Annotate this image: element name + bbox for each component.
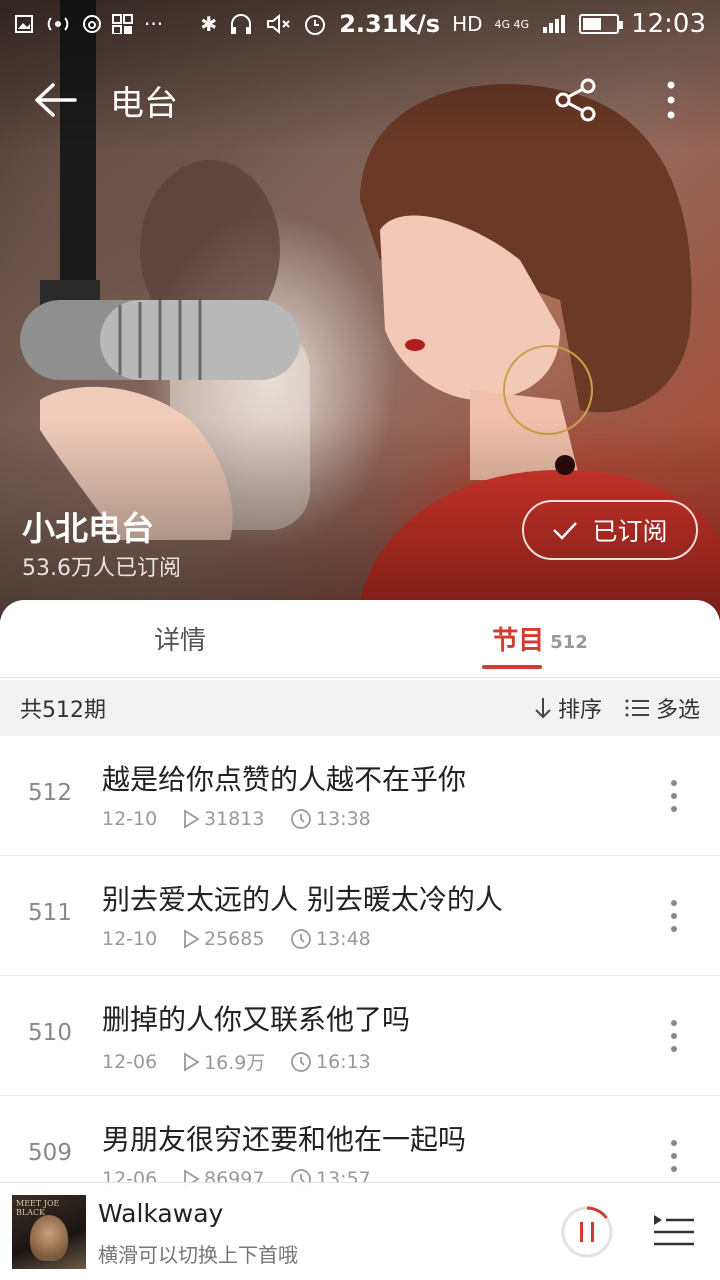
episode-title: 别去爱太远的人 别去暖太冷的人: [102, 883, 503, 916]
tab-programs-count: 512: [550, 632, 588, 653]
sort-label: 排序: [557, 698, 602, 723]
active-tab-indicator: [482, 665, 542, 669]
playlist-icon: [654, 1215, 694, 1246]
list-item[interactable]: 510 删掉的人你又联系他了吗 12-06 16.9万 16:13: [0, 976, 720, 1096]
mute-icon: [267, 13, 290, 35]
episode-title: 删掉的人你又联系他了吗: [102, 1003, 411, 1036]
app-bar: 电台: [0, 60, 720, 140]
episode-more-button[interactable]: [662, 1016, 686, 1056]
network-type: 4G 4G: [494, 17, 530, 31]
back-button[interactable]: [0, 60, 110, 140]
playlist-button[interactable]: [650, 1211, 696, 1251]
episode-duration: 13:38: [290, 808, 371, 830]
pause-button[interactable]: [560, 1205, 614, 1259]
play-count-icon: [184, 1051, 200, 1072]
cover-portrait: [30, 1215, 68, 1261]
netease-icon: [83, 15, 101, 33]
episode-title: 男朋友很穷还要和他在一起吗: [102, 1123, 467, 1156]
list-toolbar: 共512期 排序 多选: [0, 680, 720, 736]
episode-number: 512: [28, 780, 72, 806]
play-count-icon: [184, 929, 200, 949]
hotspot-icon: [47, 17, 69, 31]
more-vertical-icon: [671, 1140, 677, 1172]
multi-select-button[interactable]: 多选: [624, 692, 700, 724]
clock-icon: [291, 1051, 311, 1072]
status-bar: ··· ✱ 2.31K/s HD 4G 4G 12:03: [0, 0, 720, 48]
episode-meta: 12-06 16.9万 16:13: [102, 1048, 371, 1075]
more-vertical-icon: [671, 900, 677, 932]
track-title: Walkaway: [98, 1199, 224, 1228]
headphones-icon: [231, 14, 252, 34]
episode-plays: 16.9万: [182, 1048, 290, 1075]
tab-bar: 详情 节目 512: [0, 600, 720, 678]
apps-icon: [112, 14, 133, 34]
subscribed-label: 已订阅: [592, 517, 668, 546]
play-count: 16.9万: [204, 1052, 266, 1074]
subscribed-button[interactable]: 已订阅: [522, 500, 698, 560]
episode-number: 511: [28, 900, 72, 926]
play-count: 31813: [204, 808, 265, 830]
episode-number: 509: [28, 1140, 72, 1166]
mini-player[interactable]: MEET JOE BLACK Walkaway 横滑可以切换上下首哦: [0, 1182, 720, 1280]
episode-duration: 16:13: [290, 1051, 371, 1073]
episode-meta: 12-10 31813 13:38: [102, 808, 371, 830]
tab-programs-label: 节目: [492, 626, 545, 656]
play-count-icon: [184, 809, 200, 829]
network-speed: 2.31K/s: [339, 10, 441, 38]
clock-icon: [291, 809, 311, 829]
more-notifications-icon: ···: [144, 12, 164, 36]
multi-select-label: 多选: [655, 698, 700, 723]
episode-date: 12-10: [102, 808, 158, 830]
episode-more-button[interactable]: [662, 1136, 686, 1176]
episode-total: 共512期: [20, 698, 106, 723]
more-vertical-icon: [671, 1020, 677, 1052]
hd-indicator: HD: [452, 12, 483, 36]
page-title: 电台: [110, 83, 178, 124]
tab-details-label: 详情: [153, 626, 206, 656]
album-cover[interactable]: MEET JOE BLACK: [12, 1195, 86, 1269]
duration: 13:38: [316, 808, 371, 830]
tab-details[interactable]: 详情: [0, 600, 360, 677]
episode-date: 12-06: [102, 1050, 158, 1073]
more-vertical-icon: [671, 780, 677, 812]
battery-icon: [579, 14, 624, 34]
list-item[interactable]: 512 越是给你点赞的人越不在乎你 12-10 31813 13:38: [0, 736, 720, 856]
back-arrow-icon: [35, 83, 77, 117]
episode-date: 12-10: [102, 928, 158, 950]
list-icon: [625, 699, 649, 717]
station-name: 小北电台: [22, 509, 154, 548]
list-item[interactable]: 511 别去爱太远的人 别去暖太冷的人 12-10 25685 13:48: [0, 856, 720, 976]
share-button[interactable]: [548, 72, 604, 128]
episode-title: 越是给你点赞的人越不在乎你: [102, 763, 467, 796]
episode-more-button[interactable]: [662, 896, 686, 936]
more-vertical-icon: [667, 81, 675, 119]
episode-duration: 13:48: [290, 928, 371, 950]
gallery-icon: [15, 15, 33, 33]
episode-number: 510: [28, 1020, 72, 1046]
episode-plays: 31813: [182, 808, 290, 830]
sort-button[interactable]: 排序: [534, 692, 602, 724]
more-options-button[interactable]: [646, 72, 696, 128]
episode-plays: 25685: [182, 928, 290, 950]
duration: 16:13: [316, 1050, 371, 1073]
checkmark-icon: [553, 522, 578, 540]
pause-icon: [561, 1206, 613, 1258]
duration: 13:48: [316, 928, 371, 950]
clock: 12:03: [631, 9, 706, 39]
arrow-down-icon: [535, 698, 551, 719]
episode-list: 512 越是给你点赞的人越不在乎你 12-10 31813 13:38 511 …: [0, 736, 720, 1216]
episode-meta: 12-10 25685 13:48: [102, 928, 371, 950]
subscriber-count: 53.6万人已订阅: [22, 556, 181, 581]
share-icon: [555, 78, 596, 122]
track-hint: 横滑可以切换上下首哦: [98, 1243, 298, 1267]
bluetooth-icon: ✱: [200, 12, 218, 36]
alarm-icon: [305, 15, 326, 35]
clock-icon: [291, 929, 311, 949]
tab-programs[interactable]: 节目 512: [360, 600, 720, 677]
signal-icon: [543, 15, 566, 33]
header-banner: ··· ✱ 2.31K/s HD 4G 4G 12:03 电台 小北电台 53.…: [0, 0, 720, 620]
episode-more-button[interactable]: [662, 776, 686, 816]
play-count: 25685: [204, 928, 265, 950]
